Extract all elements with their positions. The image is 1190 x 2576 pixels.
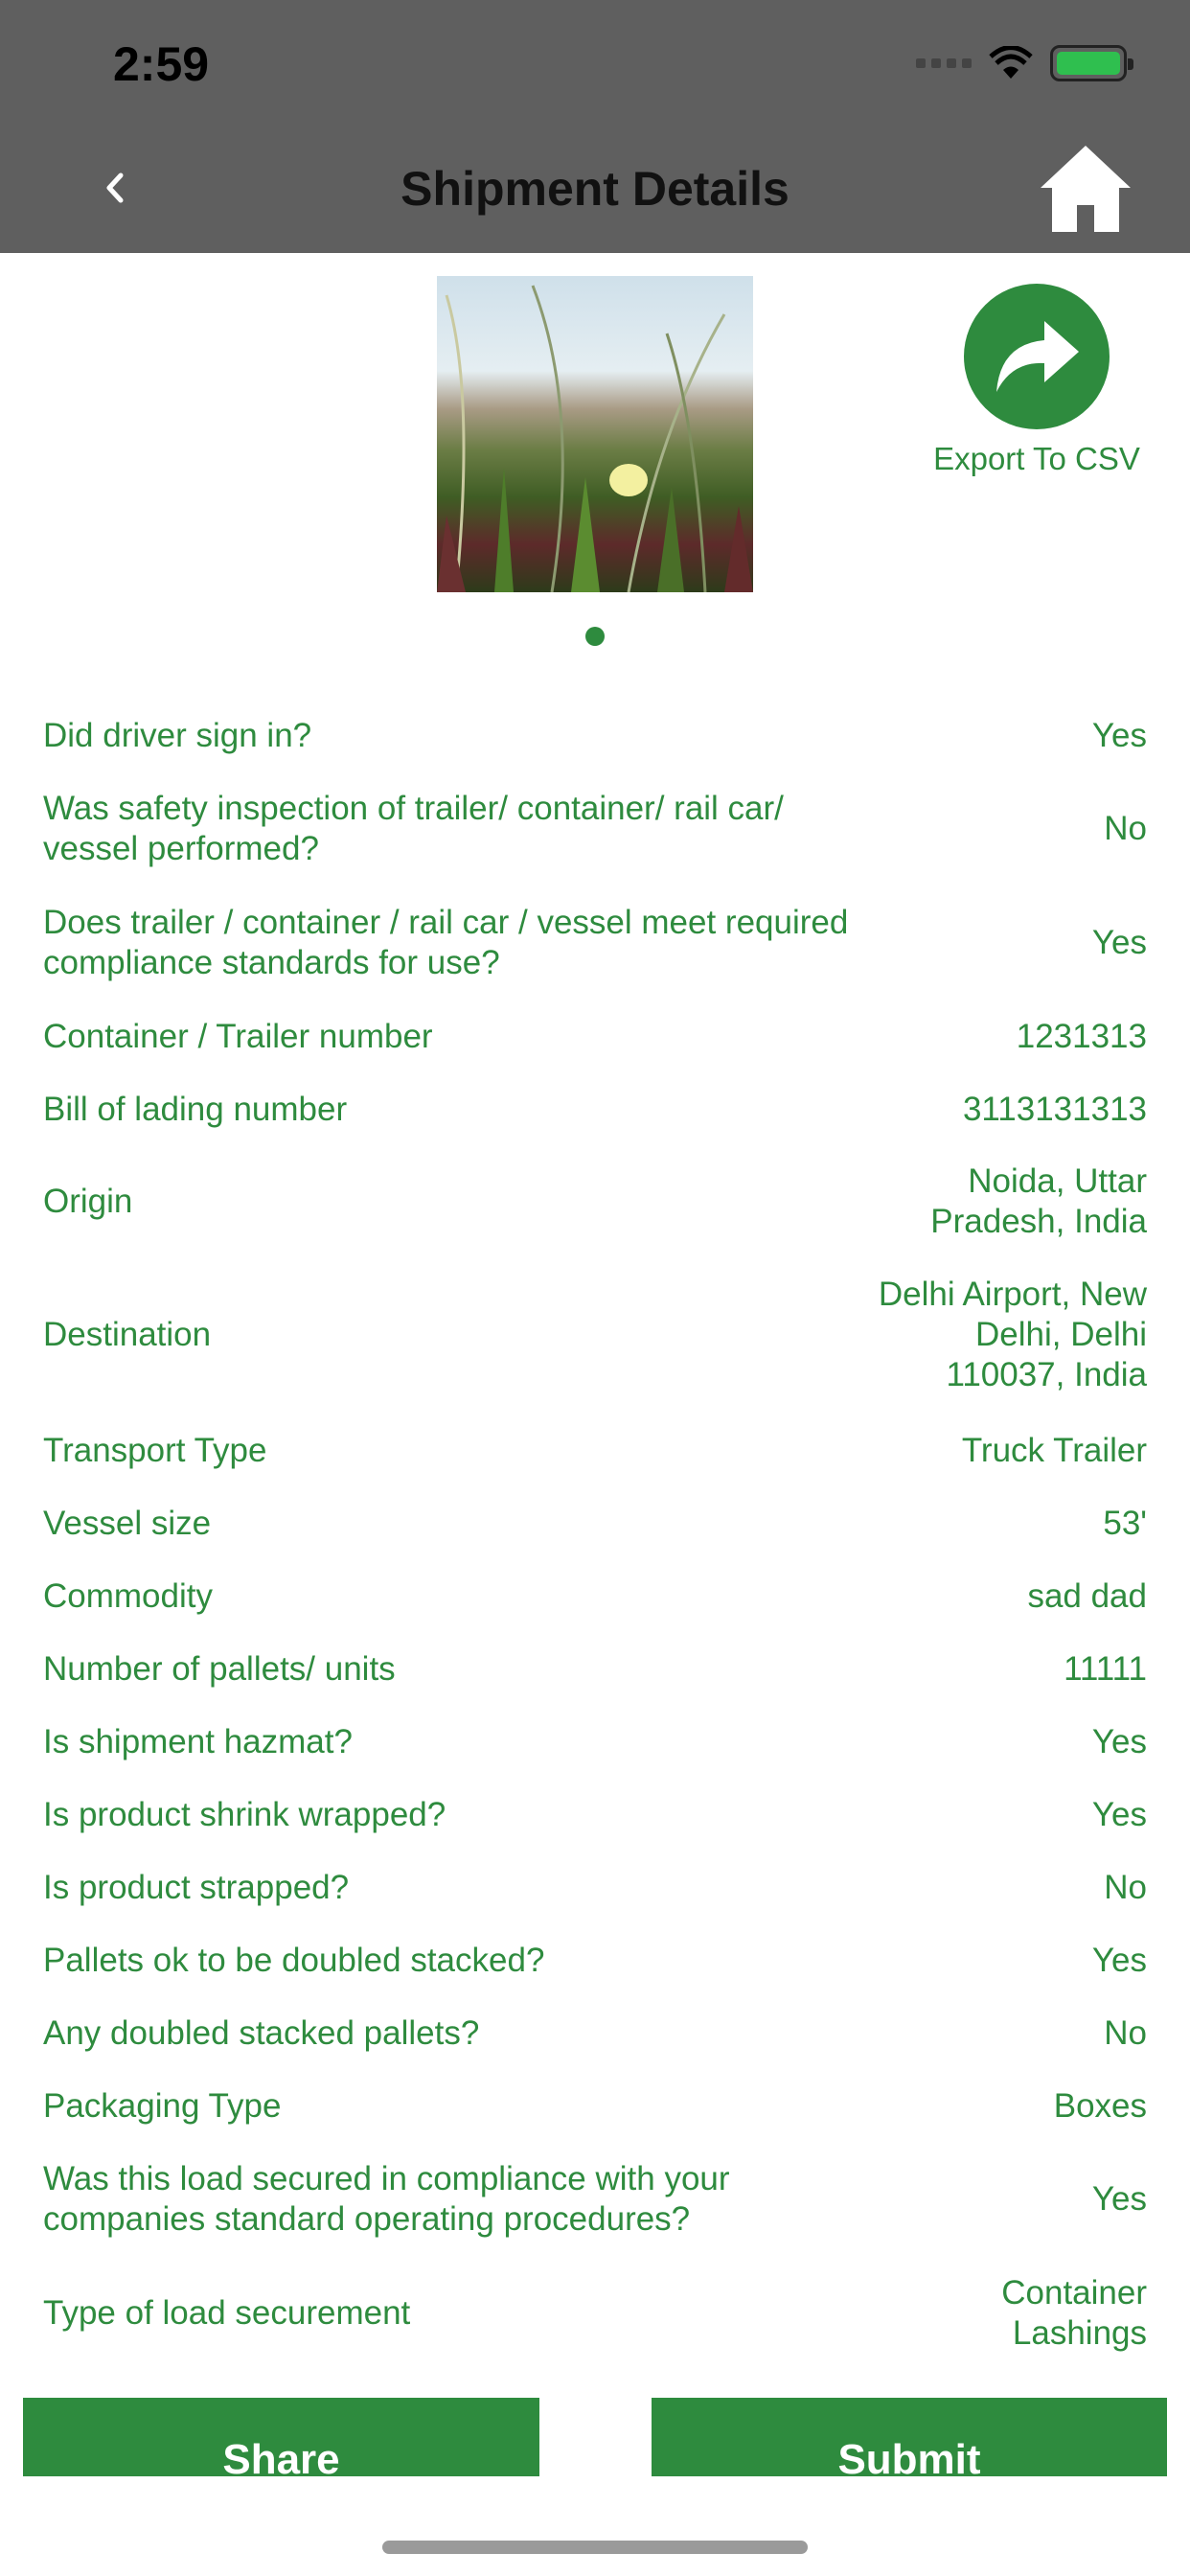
detail-question: Did driver sign in? [43,717,312,754]
detail-question: Transport Type [43,1432,267,1469]
detail-row: Was this load secured in compliance with… [43,2159,1147,2240]
detail-row: Packaging Type Boxes [43,2084,1147,2128]
detail-question: Does trailer / container / rail car / ve… [43,904,849,981]
export-csv-button[interactable] [964,284,1110,429]
grass-image [437,285,753,592]
detail-question: Is product shrink wrapped? [43,1796,446,1833]
detail-row: Is product shrink wrapped? Yes [43,1793,1147,1837]
detail-question: Packaging Type [43,2087,282,2125]
page-title: Shipment Details [400,162,790,216]
detail-answer: 3113131313 [962,1091,1147,1128]
detail-question: Any doubled stacked pallets? [43,2014,480,2052]
detail-row: Transport Type Truck Trailer [43,1429,1147,1473]
detail-row: Container / Trailer number 1231313 [43,1015,1147,1059]
wifi-icon [989,46,1033,79]
detail-answer: No [1104,2014,1147,2052]
detail-answer: Yes [1091,1942,1147,1979]
shipment-photo[interactable] [437,276,753,592]
detail-question: Is product strapped? [43,1869,350,1906]
detail-question: Container / Trailer number [43,1018,433,1055]
share-button[interactable]: Share [23,2398,539,2483]
detail-question: Commodity [43,1577,213,1615]
detail-row: Is shipment hazmat? Yes [43,1720,1147,1764]
detail-row: Bill of lading number 3113131313 [43,1088,1147,1132]
detail-answer: Yes [1091,2180,1147,2218]
submit-button-label: Submit [837,2436,981,2483]
detail-row: Type of load securement Container Lashin… [43,2273,1147,2354]
page-indicator-dot[interactable] [585,627,605,646]
detail-answer: Truck Trailer [961,1432,1147,1469]
detail-answer: No [1104,810,1147,847]
flower [609,464,648,496]
detail-row: Is product strapped? No [43,1866,1147,1910]
detail-question: Bill of lading number [43,1091,348,1128]
detail-row: Did driver sign in? Yes [43,714,1147,758]
detail-row: Destination Delhi Airport, New Delhi, De… [43,1275,1147,1395]
cellular-signal-icon [916,58,972,68]
detail-row: Does trailer / container / rail car / ve… [43,903,1147,983]
home-indicator[interactable] [382,2541,808,2554]
detail-question: Pallets ok to be doubled stacked? [43,1942,545,1979]
navigation-bar: 2:59 Shipment Details [0,0,1190,253]
detail-answer: No [1104,1869,1147,1906]
share-button-label: Share [222,2436,340,2483]
detail-row: Origin Noida, Uttar Pradesh, India [43,1162,1147,1242]
home-icon [1041,146,1131,232]
share-arrow-icon [996,321,1079,392]
detail-row: Was safety inspection of trailer/ contai… [43,789,1147,869]
detail-answer: Boxes [1053,2087,1147,2125]
detail-question: Was safety inspection of trailer/ contai… [43,790,784,867]
detail-answer: 1231313 [1016,1018,1147,1055]
battery-icon [1050,45,1133,81]
detail-answer: Yes [1091,924,1147,961]
detail-row: Any doubled stacked pallets? No [43,2012,1147,2056]
home-button[interactable] [1037,140,1134,238]
detail-question: Destination [43,1316,212,1353]
status-time: 2:59 [113,37,210,91]
status-icons [916,42,1133,84]
detail-row: Commodity sad dad [43,1575,1147,1619]
detail-question: Vessel size [43,1505,212,1542]
detail-answer: Delhi Airport, New Delhi, Delhi 110037, … [878,1276,1147,1393]
detail-question: Number of pallets/ units [43,1650,396,1688]
detail-question: Was this load secured in compliance with… [43,2160,730,2238]
detail-answer: 53' [1103,1505,1147,1542]
detail-answer: sad dad [1027,1577,1147,1615]
detail-question: Is shipment hazmat? [43,1723,353,1760]
export-csv-label: Export To CSV [933,441,1140,476]
detail-row: Vessel size 53' [43,1502,1147,1546]
detail-row: Number of pallets/ units 11111 [43,1647,1147,1691]
detail-answer: Container Lashings [1001,2274,1147,2352]
detail-answer: 11111 [1064,1650,1147,1688]
detail-answer: Yes [1091,1723,1147,1760]
detail-answer: Yes [1091,717,1147,754]
detail-row: Pallets ok to be doubled stacked? Yes [43,1939,1147,1983]
detail-answer: Noida, Uttar Pradesh, India [930,1162,1147,1240]
detail-answer: Yes [1091,1796,1147,1833]
detail-question: Type of load securement [43,2294,411,2332]
submit-button[interactable]: Submit [652,2398,1167,2483]
detail-question: Origin [43,1183,133,1220]
